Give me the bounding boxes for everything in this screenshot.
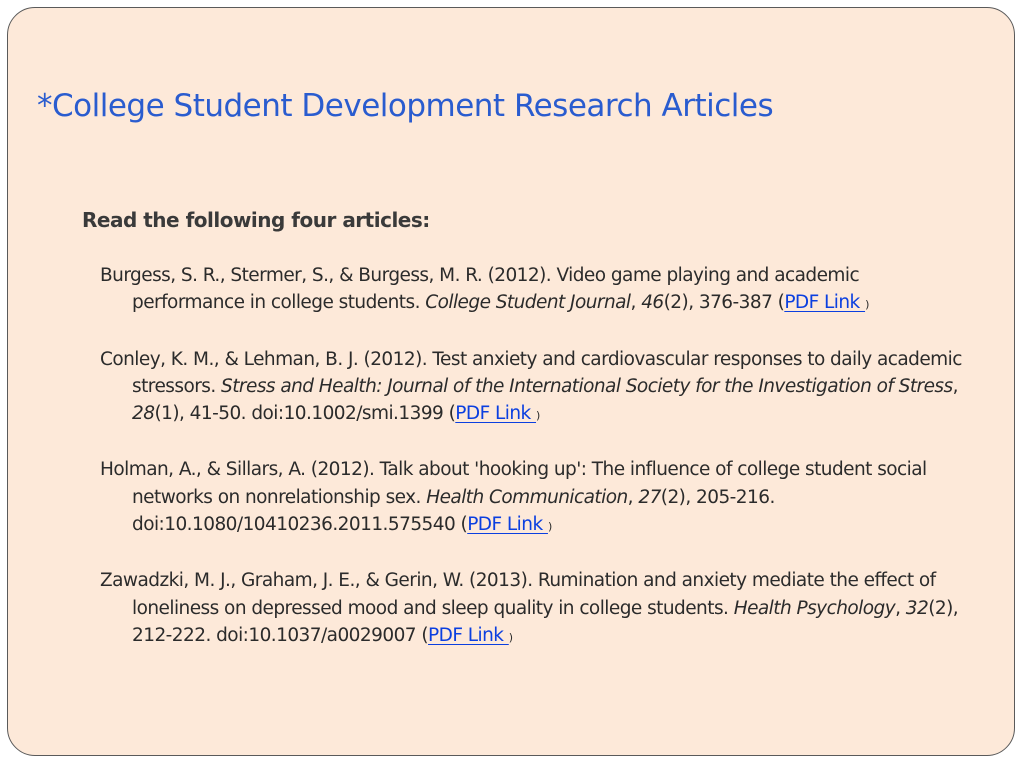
citation-text: , xyxy=(895,597,906,619)
pdf-link[interactable]: PDF Link xyxy=(784,292,865,313)
citation-italic-text: 28 xyxy=(132,403,155,425)
citation-closing-paren: ) xyxy=(508,630,513,644)
citation-closing-paren: ) xyxy=(865,298,869,312)
citation-text: , xyxy=(630,292,642,314)
reference-item: Burgess, S. R., Stermer, S., & Burgess, … xyxy=(100,262,970,319)
reference-item: Conley, K. M., & Lehman, B. J. (2012). T… xyxy=(100,346,970,430)
reference-item: Zawadzki, M. J., Graham, J. E., & Gerin,… xyxy=(100,567,970,651)
citation-italic-text: 32 xyxy=(905,597,929,619)
citation-closing-paren: ) xyxy=(547,520,552,534)
citation-text: , xyxy=(627,486,639,508)
reference-item: Holman, A., & Sillars, A. (2012). Talk a… xyxy=(100,456,970,540)
citation-italic-text: Stress and Health: Journal of the Intern… xyxy=(221,375,953,397)
citation-closing-paren: ) xyxy=(536,409,540,423)
pdf-link[interactable]: PDF Link xyxy=(455,403,536,424)
citation-italic-text: College Student Journal xyxy=(425,292,631,314)
citation-italic-text: Health Psychology xyxy=(733,597,896,619)
citation-text: , xyxy=(952,375,964,397)
citation-italic-text: 27 xyxy=(638,486,661,508)
citation-italic-text: 46 xyxy=(641,292,664,314)
citation-text: (2), 376-387 ( xyxy=(663,292,785,314)
reference-list: Burgess, S. R., Stermer, S., & Burgess, … xyxy=(100,262,970,678)
slide-title: *College Student Development Research Ar… xyxy=(37,88,774,124)
reading-instruction: Read the following four articles: xyxy=(82,208,430,232)
pdf-link[interactable]: PDF Link xyxy=(428,625,509,646)
citation-italic-text: Health Communication xyxy=(426,486,628,508)
pdf-link[interactable]: PDF Link xyxy=(467,514,548,535)
citation-text: (1), 41-50. doi:10.1002/smi.1399 ( xyxy=(154,403,456,425)
